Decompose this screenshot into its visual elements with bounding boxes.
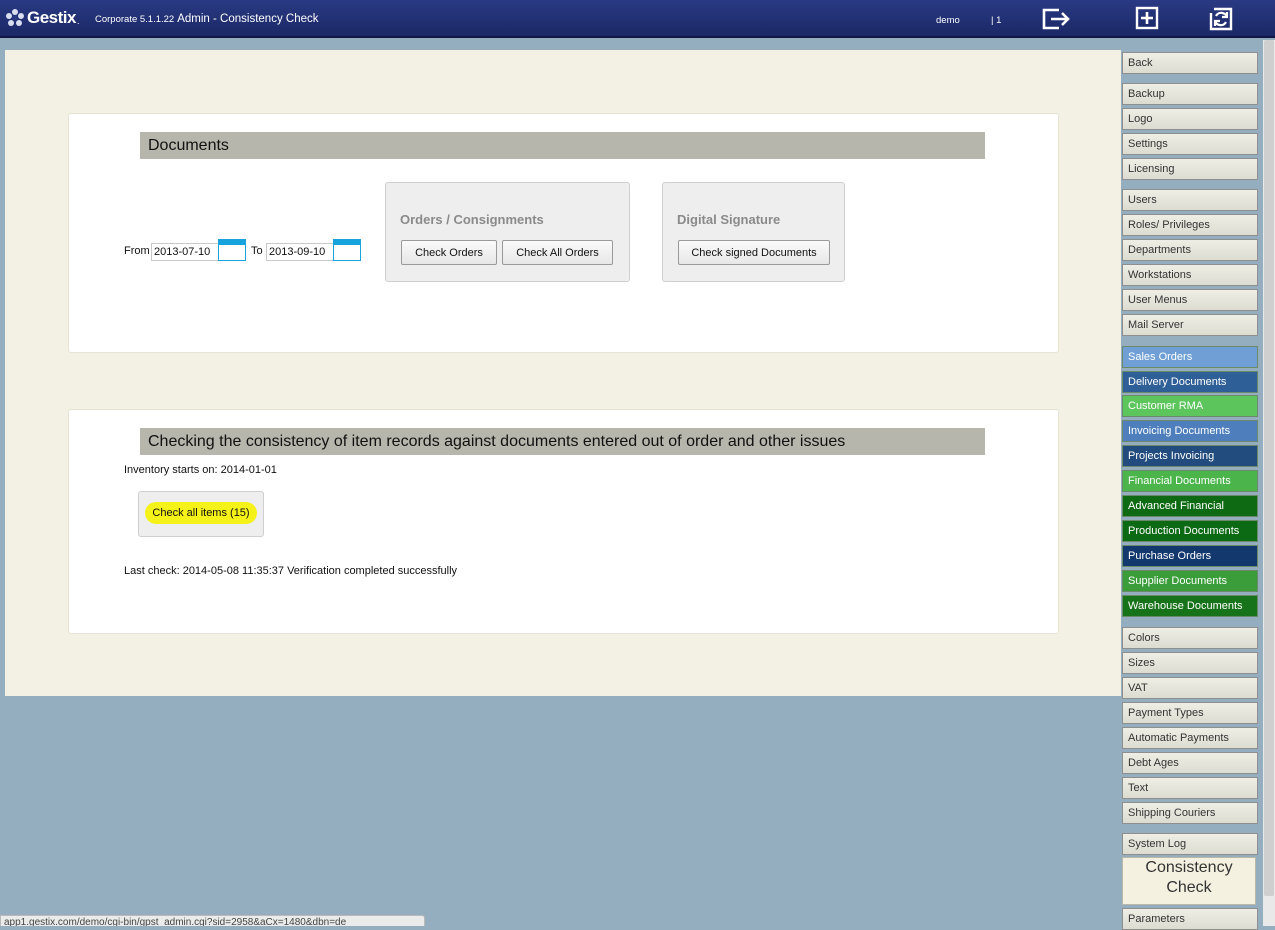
to-date-input[interactable] [266, 243, 334, 261]
sidebar-item-financial-documents[interactable]: Financial Documents [1122, 470, 1258, 492]
main-content: Documents From To Orders / Consignments … [5, 50, 1121, 696]
sidebar-item-debt-ages[interactable]: Debt Ages [1122, 752, 1258, 774]
from-date-input[interactable] [151, 243, 219, 261]
sidebar-item-shipping-couriers[interactable]: Shipping Couriers [1122, 802, 1258, 824]
digital-signature-group: Digital Signature Check signed Documents [662, 182, 845, 282]
app-version: Corporate 5.1.1.22 [95, 14, 175, 25]
orders-group-title: Orders / Consignments [400, 212, 544, 227]
logo-flower-icon [6, 9, 24, 26]
to-calendar-icon[interactable] [333, 239, 361, 261]
from-label: From [124, 245, 150, 257]
check-orders-button[interactable]: Check Orders [401, 240, 497, 265]
sidebar-item-sizes[interactable]: Sizes [1122, 652, 1258, 674]
sidebar-item-production-documents[interactable]: Production Documents [1122, 520, 1258, 542]
page-title: Admin - Consistency Check [177, 13, 319, 25]
sidebar-item-logo[interactable]: Logo [1122, 108, 1258, 130]
admin-sidebar: Back Backup Logo Settings Licensing Users Role… [1121, 0, 1261, 930]
sidebar-item-sales-orders[interactable]: Sales Orders [1122, 346, 1258, 368]
sidebar-item-user-menus[interactable]: User Menus [1122, 289, 1258, 311]
scrollbar-thumb[interactable] [1264, 40, 1274, 896]
sidebar-item-system-log[interactable]: System Log [1122, 833, 1258, 855]
logout-icon[interactable] [1041, 6, 1073, 32]
to-label: To [251, 245, 263, 257]
sidebar-item-back[interactable]: Back [1122, 52, 1258, 74]
check-all-items-box: Check all items (15) [138, 491, 264, 537]
last-check-text: Last check: 2014-05-08 11:35:37 Verifica… [124, 565, 458, 577]
sidebar-item-workstations[interactable]: Workstations [1122, 264, 1258, 286]
digital-signature-title: Digital Signature [677, 212, 781, 227]
top-bar: Gestix . Corporate 5.1.1.22 Admin - Consi… [0, 0, 1275, 38]
documents-panel: Documents From To Orders / Consignments … [68, 113, 1059, 353]
sidebar-item-licensing[interactable]: Licensing [1122, 158, 1258, 180]
sidebar-item-consistency-check[interactable]: Consistency Check [1122, 857, 1256, 905]
user-name[interactable]: demo [936, 15, 960, 26]
sidebar-item-vat[interactable]: VAT [1122, 677, 1258, 699]
sidebar-item-customer-rma[interactable]: Customer RMA [1122, 395, 1258, 417]
sidebar-item-supplier-documents[interactable]: Supplier Documents [1122, 570, 1258, 592]
logo-text: Gestix [27, 8, 76, 27]
sidebar-item-departments[interactable]: Departments [1122, 239, 1258, 261]
sidebar-item-roles-privileges[interactable]: Roles/ Privileges [1122, 214, 1258, 236]
sidebar-item-warehouse-documents[interactable]: Warehouse Documents [1122, 595, 1258, 617]
check-all-orders-button[interactable]: Check All Orders [502, 240, 613, 265]
sidebar-item-projects-invoicing[interactable]: Projects Invoicing [1122, 445, 1258, 467]
sidebar-item-invoicing-documents[interactable]: Invoicing Documents [1122, 420, 1258, 442]
sidebar-item-advanced-financial[interactable]: Advanced Financial [1122, 495, 1258, 517]
sidebar-item-purchase-orders[interactable]: Purchase Orders [1122, 545, 1258, 567]
sidebar-item-delivery-documents[interactable]: Delivery Documents [1122, 371, 1258, 393]
sidebar-item-parameters[interactable]: Parameters [1122, 908, 1258, 930]
sidebar-item-text[interactable]: Text [1122, 777, 1258, 799]
status-bar-url: app1.gestix.com/demo/cgi-bin/gpst_admin.… [0, 915, 425, 926]
from-calendar-icon[interactable] [218, 239, 246, 261]
sidebar-item-mail-server[interactable]: Mail Server [1122, 314, 1258, 336]
session-count: | 1 [991, 15, 1002, 26]
orders-group: Orders / Consignments Check Orders Check… [385, 182, 630, 282]
sidebar-item-users[interactable]: Users [1122, 189, 1258, 211]
sidebar-item-backup[interactable]: Backup [1122, 83, 1258, 105]
sidebar-item-colors[interactable]: Colors [1122, 627, 1258, 649]
check-signed-documents-button[interactable]: Check signed Documents [678, 240, 830, 265]
sidebar-item-automatic-payments[interactable]: Automatic Payments [1122, 727, 1258, 749]
documents-heading: Documents [140, 132, 985, 159]
logo-dot: . [76, 16, 80, 26]
check-all-items-button[interactable]: Check all items (15) [145, 502, 257, 524]
sidebar-item-payment-types[interactable]: Payment Types [1122, 702, 1258, 724]
app-logo[interactable]: Gestix . [5, 6, 80, 30]
items-consistency-heading: Checking the consistency of item records… [140, 428, 985, 455]
app-title: Corporate 5.1.1.22 Admin - Consistency Ch… [95, 13, 318, 25]
items-consistency-panel: Checking the consistency of item records… [68, 409, 1059, 634]
sidebar-item-settings[interactable]: Settings [1122, 133, 1258, 155]
inventory-start-text: Inventory starts on: 2014-01-01 [124, 464, 277, 476]
